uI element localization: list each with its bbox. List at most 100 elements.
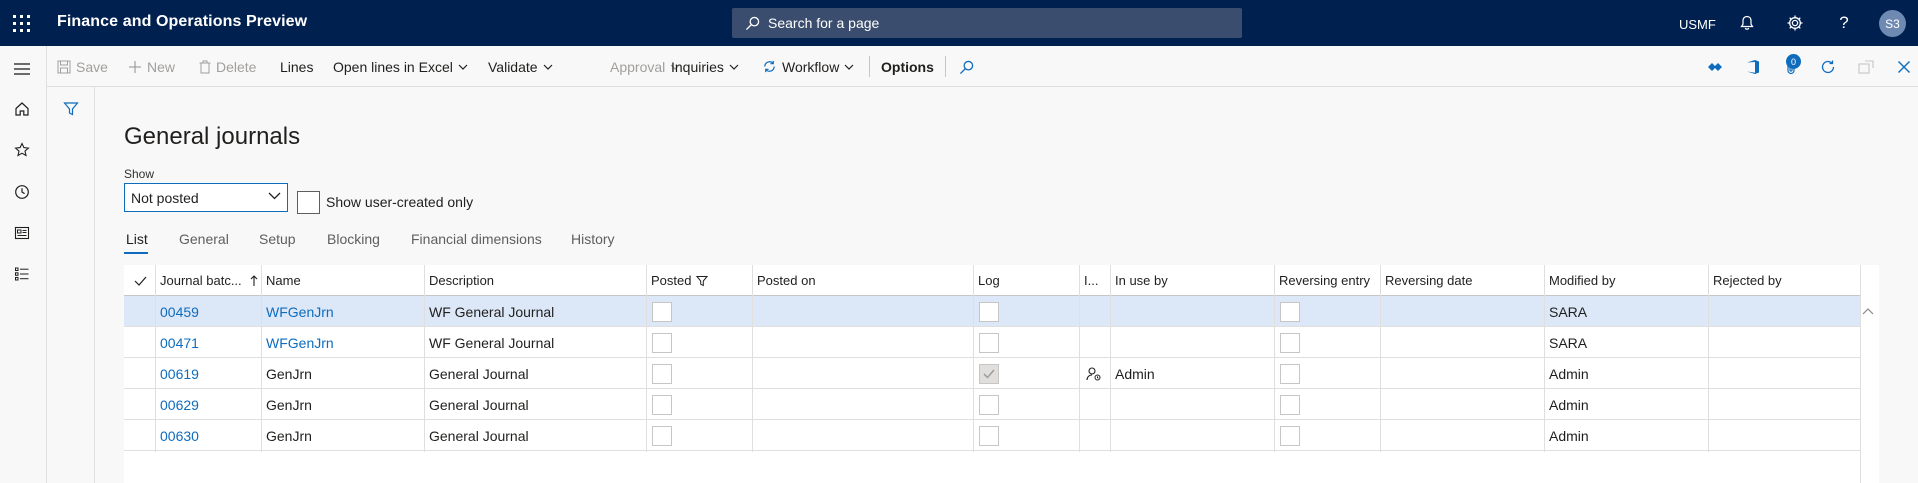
header-description[interactable]: Description: [424, 265, 646, 296]
options-button[interactable]: Options: [881, 46, 934, 87]
header-rejected-by[interactable]: Rejected by: [1708, 265, 1860, 296]
posted-checkbox[interactable]: [652, 364, 672, 384]
open-lines-excel-button[interactable]: Open lines in Excel: [333, 46, 468, 87]
journal-name-cell[interactable]: WFGenJrn: [261, 327, 424, 358]
tab-setup[interactable]: Setup: [259, 231, 296, 247]
journal-description-cell: General Journal: [429, 427, 529, 444]
inquiries-button[interactable]: Inquiries: [671, 46, 739, 87]
posted-checkbox[interactable]: [652, 395, 672, 415]
log-checkbox[interactable]: [979, 395, 999, 415]
power-apps-icon[interactable]: [1706, 58, 1724, 76]
avatar[interactable]: S3: [1879, 10, 1906, 37]
header-posted[interactable]: Posted: [646, 265, 752, 296]
show-user-created-label: Show user-created only: [326, 194, 474, 210]
page-search-box[interactable]: Search for a page: [732, 8, 1242, 38]
posted-checkbox[interactable]: [652, 333, 672, 353]
refresh-icon[interactable]: [1819, 58, 1837, 76]
journal-batch-link[interactable]: 00459: [155, 296, 261, 327]
table-row[interactable]: 00471 WFGenJrn WF General Journal SARA: [124, 327, 1860, 358]
lines-button[interactable]: Lines: [280, 46, 313, 87]
top-navigation-bar: Finance and Operations Preview Search fo…: [0, 0, 1918, 46]
journal-name-cell: GenJrn: [266, 396, 312, 413]
save-button[interactable]: Save: [57, 46, 108, 87]
journal-batch-link[interactable]: 00629: [155, 389, 261, 420]
header-reversing-entry[interactable]: Reversing entry: [1274, 265, 1380, 296]
journal-batch-link[interactable]: 00471: [155, 327, 261, 358]
chevron-down-icon: [458, 64, 468, 70]
posted-on-cell: [752, 358, 973, 389]
app-title[interactable]: Finance and Operations Preview: [57, 13, 307, 31]
log-checkbox[interactable]: [979, 364, 999, 384]
posted-on-cell: [752, 420, 973, 451]
table-row[interactable]: 00629 GenJrn General Journal Admin: [124, 389, 1860, 420]
scroll-up-chevron-icon[interactable]: [1862, 307, 1874, 315]
posted-on-cell: [752, 389, 973, 420]
open-lines-excel-label: Open lines in Excel: [333, 58, 453, 75]
log-checkbox[interactable]: [979, 426, 999, 446]
workflow-refresh-icon: [764, 60, 775, 73]
bell-icon[interactable]: [1737, 13, 1757, 33]
company-selector[interactable]: USMF: [1679, 17, 1716, 32]
gear-icon[interactable]: [1785, 13, 1805, 33]
journal-name-cell[interactable]: WFGenJrn: [261, 296, 424, 327]
journal-name-cell: GenJrn: [266, 365, 312, 382]
header-log[interactable]: Log: [973, 265, 1079, 296]
header-journal-batch[interactable]: Journal batc...: [155, 265, 261, 296]
tab-general[interactable]: General: [179, 231, 229, 247]
tab-financial-dimensions[interactable]: Financial dimensions: [411, 231, 542, 247]
tab-list[interactable]: List: [126, 231, 148, 247]
modules-list-icon[interactable]: [12, 264, 32, 284]
header-reversing-date[interactable]: Reversing date: [1380, 265, 1544, 296]
show-user-created-checkbox[interactable]: [297, 191, 320, 214]
workflow-button[interactable]: Workflow: [762, 46, 854, 87]
reversing-entry-checkbox[interactable]: [1280, 333, 1300, 353]
table-row[interactable]: 00619 GenJrn General Journal Admin Admin: [124, 358, 1860, 389]
office-icon[interactable]: [1744, 58, 1762, 76]
journal-batch-link[interactable]: 00630: [155, 420, 261, 451]
in-use-by-cell: [1110, 327, 1274, 358]
header-posted-label: Posted: [651, 273, 692, 288]
reversing-entry-checkbox[interactable]: [1280, 364, 1300, 384]
show-dropdown[interactable]: Not posted: [124, 183, 288, 212]
validate-label: Validate: [488, 58, 538, 75]
header-in-use[interactable]: I...: [1079, 265, 1110, 296]
hamburger-menu-icon[interactable]: [12, 59, 32, 79]
select-all-checkmark[interactable]: [129, 265, 155, 296]
journals-grid: Journal batc... Name Description Posted …: [124, 265, 1879, 483]
close-icon[interactable]: [1895, 58, 1913, 76]
header-modified-by[interactable]: Modified by: [1544, 265, 1708, 296]
header-name[interactable]: Name: [261, 265, 424, 296]
delete-button[interactable]: Delete: [199, 46, 256, 87]
recent-clock-icon[interactable]: [12, 182, 32, 202]
reversing-entry-checkbox[interactable]: [1280, 395, 1300, 415]
tab-blocking[interactable]: Blocking: [327, 231, 380, 247]
validate-button[interactable]: Validate: [488, 46, 553, 87]
posted-checkbox[interactable]: [652, 302, 672, 322]
delete-label: Delete: [216, 58, 257, 75]
tab-history[interactable]: History: [571, 231, 615, 247]
rejected-by-cell: [1708, 296, 1860, 327]
open-new-window-icon[interactable]: [1857, 58, 1875, 76]
table-row[interactable]: 00459 WFGenJrn WF General Journal SARA: [124, 296, 1860, 327]
journal-batch-link[interactable]: 00619: [155, 358, 261, 389]
log-checkbox[interactable]: [979, 302, 999, 322]
workspaces-icon[interactable]: [12, 223, 32, 243]
app-launcher-icon[interactable]: [13, 15, 30, 32]
posted-checkbox[interactable]: [652, 426, 672, 446]
approval-button[interactable]: Approval: [610, 46, 680, 87]
reversing-date-cell: [1380, 296, 1544, 327]
header-posted-on[interactable]: Posted on: [752, 265, 973, 296]
reversing-entry-checkbox[interactable]: [1280, 426, 1300, 446]
table-row[interactable]: 00630 GenJrn General Journal Admin: [124, 420, 1860, 451]
header-in-use-by[interactable]: In use by: [1110, 265, 1274, 296]
log-checkbox[interactable]: [979, 333, 999, 353]
favorites-star-icon[interactable]: [12, 140, 32, 160]
action-search-icon[interactable]: [957, 58, 975, 76]
help-icon[interactable]: ?: [1834, 13, 1854, 33]
home-icon[interactable]: [12, 99, 32, 119]
new-button[interactable]: New: [128, 46, 175, 87]
grid-header-row: Journal batc... Name Description Posted …: [124, 265, 1860, 296]
inquiries-label: Inquiries: [671, 58, 724, 75]
reversing-entry-checkbox[interactable]: [1280, 302, 1300, 322]
filter-funnel-icon[interactable]: [63, 101, 79, 117]
